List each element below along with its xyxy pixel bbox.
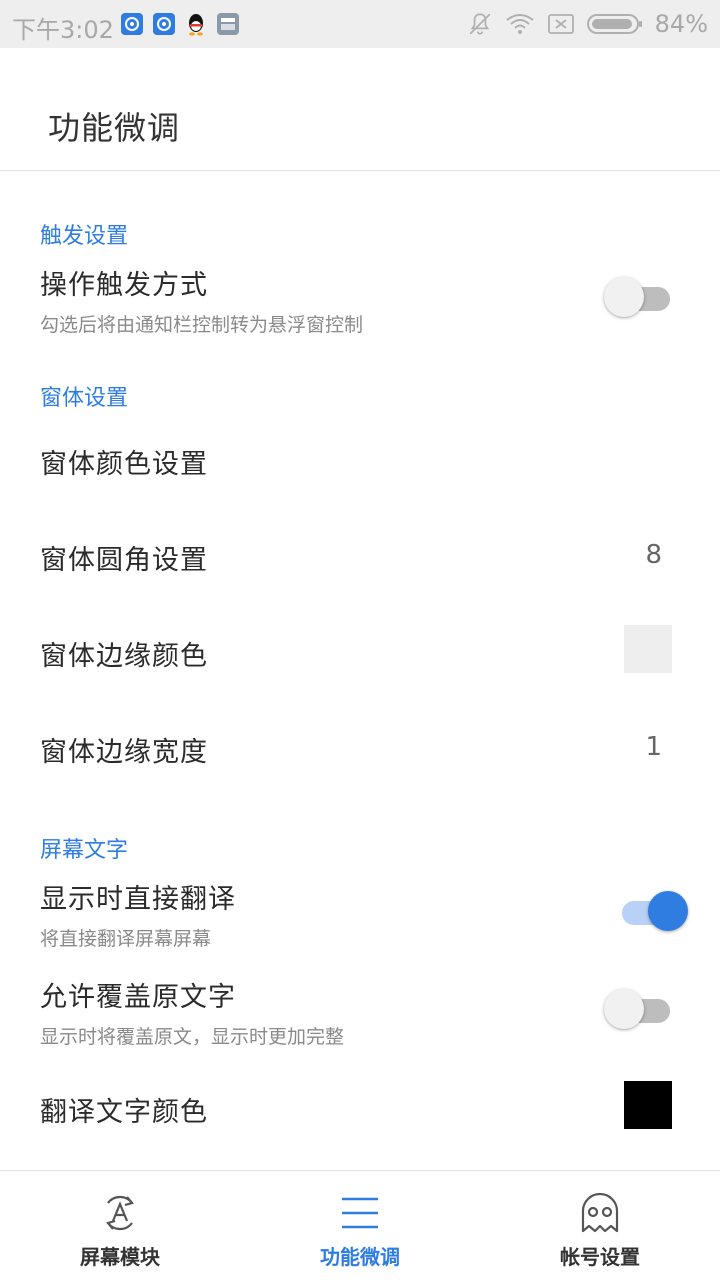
status-time: 下午3:02 — [12, 16, 114, 44]
battery-icon — [586, 14, 642, 34]
app-notification-icon — [153, 13, 175, 35]
title-bar: 功能微调 — [0, 48, 720, 171]
direct-translate-toggle[interactable] — [608, 889, 688, 935]
border-color-swatch[interactable] — [624, 625, 672, 673]
status-bar: 下午3:02 84% — [0, 0, 720, 48]
setting-title: 窗体边缘宽度 — [40, 737, 208, 768]
wifi-icon — [506, 14, 534, 34]
qq-icon — [189, 14, 203, 36]
nav-item-feature-tuning[interactable]: 功能微调 — [240, 1171, 480, 1280]
setting-title: 窗体颜色设置 — [40, 449, 208, 480]
nav-item-screen-module[interactable]: 屏幕模块 — [0, 1171, 240, 1280]
app-notification-icon — [217, 13, 239, 35]
setting-title: 翻译文字颜色 — [40, 1097, 208, 1128]
setting-title: 窗体圆角设置 — [40, 545, 208, 576]
mute-bell-icon — [469, 13, 491, 35]
setting-title: 窗体边缘颜色 — [40, 641, 208, 672]
border-width-value: 1 — [645, 732, 662, 762]
page-title: 功能微调 — [48, 109, 181, 147]
setting-subtitle: 将直接翻译屏幕屏幕 — [40, 928, 212, 950]
nav-label: 帐号设置 — [560, 1245, 640, 1269]
corner-radius-value: 8 — [645, 540, 662, 570]
status-right-icons: 84% — [467, 10, 708, 38]
menu-icon — [342, 1197, 378, 1229]
translate-icon — [106, 1195, 134, 1231]
no-sim-icon — [547, 14, 574, 34]
setting-subtitle: 显示时将覆盖原文，显示时更加完整 — [40, 1026, 345, 1048]
operation-trigger-toggle[interactable] — [604, 275, 684, 321]
nav-label: 功能微调 — [320, 1245, 400, 1269]
ghost-icon — [581, 1192, 619, 1233]
section-header-trigger: 触发设置 — [40, 224, 129, 249]
allow-cover-toggle[interactable] — [604, 987, 684, 1033]
section-header-window: 窗体设置 — [40, 386, 129, 411]
text-color-swatch[interactable] — [624, 1081, 672, 1129]
section-header-screen-text: 屏幕文字 — [40, 838, 129, 863]
battery-percent: 84% — [654, 10, 708, 38]
setting-title: 允许覆盖原文字 — [40, 982, 236, 1013]
setting-subtitle: 勾选后将由通知栏控制转为悬浮窗控制 — [40, 314, 364, 336]
setting-title: 显示时直接翻译 — [40, 884, 236, 915]
nav-item-account-settings[interactable]: 帐号设置 — [480, 1171, 720, 1280]
bottom-nav: 屏幕模块 功能微调 帐号设置 — [0, 1170, 720, 1280]
app-notification-icon — [121, 13, 143, 35]
nav-label: 屏幕模块 — [80, 1245, 160, 1269]
setting-title: 操作触发方式 — [40, 270, 208, 301]
